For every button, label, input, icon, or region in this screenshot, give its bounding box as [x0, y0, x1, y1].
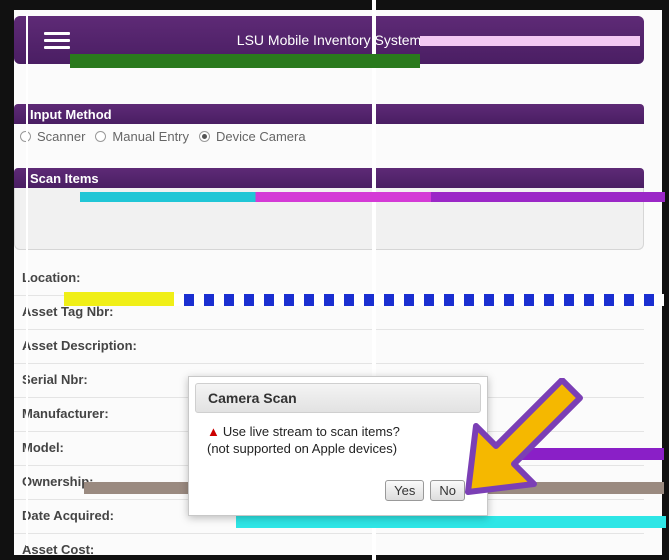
field-location: Location:	[14, 262, 644, 296]
radio-manual-entry[interactable]: Manual Entry	[95, 129, 189, 144]
radio-scanner-label: Scanner	[37, 128, 86, 144]
no-button[interactable]: No	[430, 480, 465, 501]
scan-items-title: Scan Items	[14, 168, 644, 188]
radio-device-camera-label: Device Camera	[216, 128, 306, 144]
yes-button[interactable]: Yes	[385, 480, 425, 501]
input-method-title: Input Method	[14, 104, 644, 124]
glitch-band	[236, 516, 666, 528]
glitch-band	[64, 292, 174, 306]
dialog-title: Camera Scan	[195, 383, 481, 413]
scan-items-section: Scan Items	[14, 168, 644, 250]
glitch-band	[70, 54, 420, 68]
input-method-options: Scanner Manual Entry Device Camera	[14, 124, 644, 148]
input-method-section: Input Method Scanner Manual Entry Device…	[14, 104, 644, 148]
dialog-message-line1: Use live stream to scan items?	[222, 424, 400, 439]
divider-artifact	[26, 14, 28, 546]
dialog-message: ▲ Use live stream to scan items? (not sup…	[189, 413, 487, 457]
glitch-band	[80, 192, 665, 202]
camera-scan-dialog: Camera Scan ▲ Use live stream to scan ite…	[188, 376, 488, 516]
radio-device-camera[interactable]: Device Camera	[199, 129, 306, 144]
radio-device-camera-dot[interactable]	[199, 130, 211, 142]
field-asset-cost: Asset Cost:	[14, 534, 644, 560]
field-asset-description: Asset Description:	[14, 330, 644, 364]
radio-manual-entry-label: Manual Entry	[112, 128, 190, 144]
radio-scanner[interactable]: Scanner	[20, 129, 85, 144]
dialog-message-line2: (not supported on Apple devices)	[207, 441, 398, 456]
arrow-icon	[465, 378, 583, 495]
warning-icon: ▲	[207, 424, 220, 439]
dialog-buttons: Yes No	[385, 480, 465, 501]
glitch-band	[420, 36, 640, 46]
radio-manual-entry-dot[interactable]	[95, 130, 107, 142]
